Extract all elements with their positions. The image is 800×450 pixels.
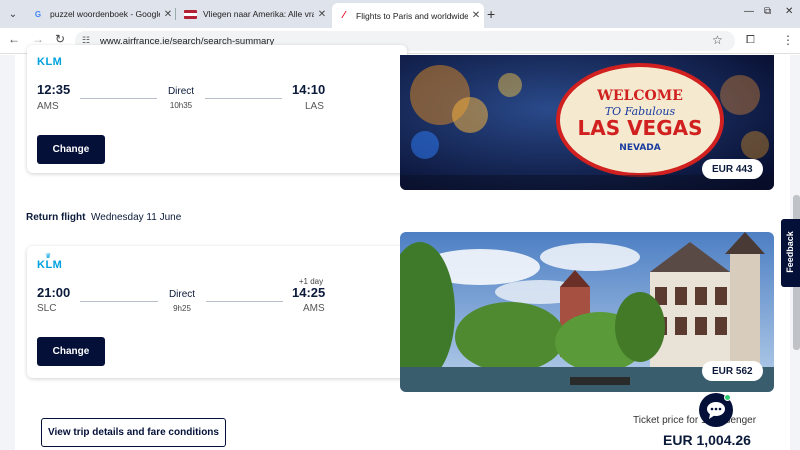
departure-time: 21:00 (37, 285, 71, 300)
restore-icon[interactable]: ⧉ (764, 6, 771, 17)
airfrance-icon: ⁄ (343, 10, 345, 21)
flight-type: Direct (168, 289, 196, 300)
us-flag-icon (184, 9, 197, 19)
google-icon: G (34, 9, 42, 19)
menu-icon[interactable]: ⋮ (782, 33, 794, 47)
route-line (206, 301, 283, 302)
departure-airport: SLC (37, 303, 57, 314)
close-icon[interactable]: ✕ (314, 9, 330, 20)
feedback-tab[interactable]: Feedback (781, 219, 800, 287)
arrival-time: 14:10 (292, 82, 326, 97)
flight-duration: 10h35 (169, 101, 193, 110)
departure-time: 12:35 (37, 82, 71, 97)
minimize-icon[interactable]: — (744, 6, 754, 17)
route-line (80, 98, 157, 99)
arrival-time: 14:25 (292, 285, 326, 300)
feedback-label: Feedback (785, 231, 795, 273)
tab-puzzel[interactable]: G puzzel woordenboek - Google Z ✕ (26, 3, 176, 25)
klm-logo: KLM (37, 56, 63, 68)
tab-search-icon[interactable]: ⌄ (4, 5, 22, 23)
svg-text:NEVADA: NEVADA (619, 143, 660, 153)
flight-duration: 9h25 (173, 304, 191, 313)
view-trip-details-button[interactable]: View trip details and fare conditions (41, 418, 226, 447)
outbound-price-badge: EUR 443 (702, 159, 763, 179)
tab-title: Flights to Paris and worldwide (356, 10, 468, 21)
departure-airport: AMS (37, 101, 59, 112)
close-icon[interactable]: ✕ (468, 10, 484, 21)
svg-text:WELCOME: WELCOME (596, 88, 683, 104)
tab-title: puzzel woordenboek - Google Z (50, 9, 160, 19)
route-line (80, 301, 158, 302)
close-icon[interactable]: ✕ (160, 9, 176, 20)
tab-title: Vliegen naar Amerika: Alle vrag (203, 9, 314, 19)
total-price: EUR 1,004.26 (663, 432, 751, 448)
return-price-badge: EUR 562 (702, 361, 763, 381)
chat-bubble-icon (707, 402, 725, 419)
tab-airfrance[interactable]: ⁄ Flights to Paris and worldwide ✕ (332, 3, 484, 28)
klm-logo: KLM (37, 259, 63, 271)
bookmark-star-icon[interactable]: ☆ (712, 33, 723, 47)
return-label: Return flight (26, 212, 86, 223)
ticket-price-label: Ticket price for 1 passenger (633, 415, 757, 426)
change-outbound-button[interactable]: Change (37, 135, 105, 164)
tab-vliegen[interactable]: Vliegen naar Amerika: Alle vrag ✕ (178, 3, 330, 25)
back-icon[interactable]: ← (8, 32, 20, 46)
new-tab-icon[interactable]: + (487, 6, 495, 22)
page-content: KLM 12:35 AMS Direct 10h35 14:10 LAS Cha… (0, 45, 800, 450)
extensions-icon[interactable]: ⧠ (746, 34, 755, 47)
change-return-button[interactable]: Change (37, 337, 105, 366)
route-line (205, 98, 282, 99)
arrival-airport: LAS (305, 101, 324, 112)
close-window-icon[interactable]: ✕ (785, 6, 793, 17)
forward-icon[interactable]: → (32, 32, 44, 46)
tab-bar: ⌄ G puzzel woordenboek - Google Z ✕ Vlie… (0, 0, 800, 28)
chat-button[interactable] (699, 393, 733, 427)
flight-type: Direct (167, 86, 195, 97)
online-indicator (724, 394, 731, 401)
reload-icon[interactable]: ↻ (55, 32, 65, 46)
return-date: Wednesday 11 June (91, 212, 182, 223)
return-flight-heading: Return flight Wednesday 11 June (26, 212, 181, 223)
arrival-airport: AMS (303, 303, 325, 314)
svg-text:LAS VEGAS: LAS VEGAS (577, 116, 702, 140)
